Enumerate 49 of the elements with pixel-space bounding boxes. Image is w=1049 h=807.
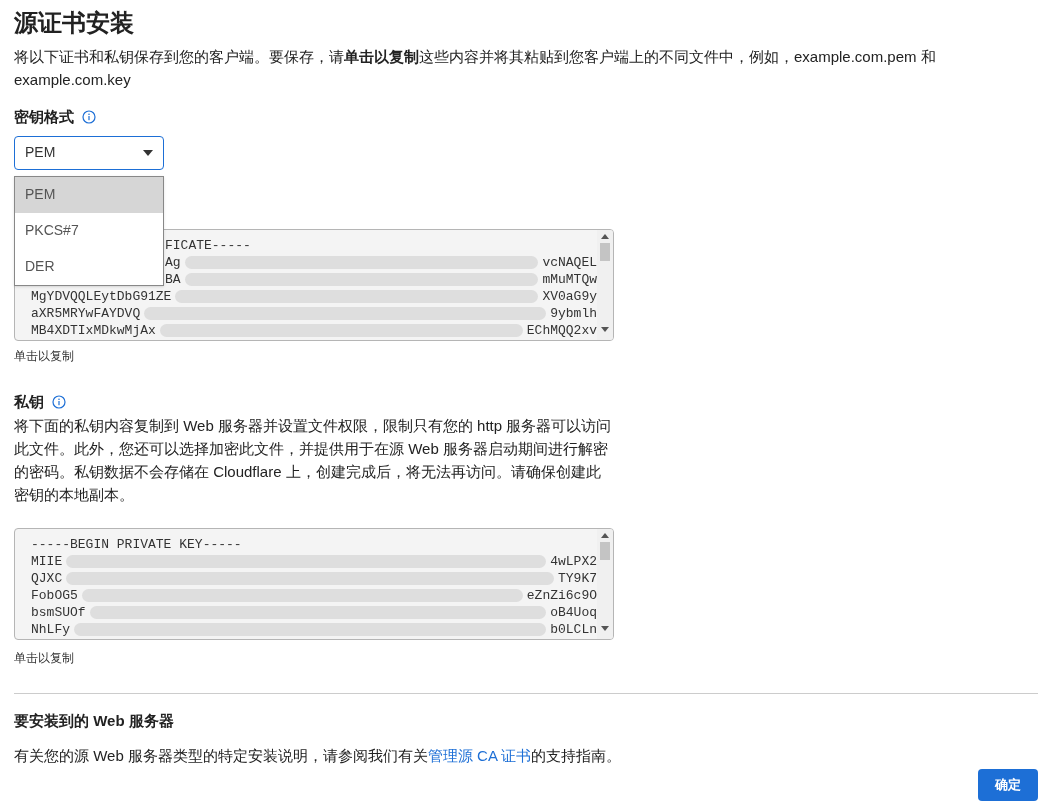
field-label: 私钥 [14,391,44,412]
server-instructions: 有关您的源 Web 服务器类型的特定安装说明，请参阅我们有关管理源 CA 证书的支持指南。 [14,745,623,766]
code-text: TY9K7 [558,570,597,587]
code-text: BA [165,270,181,288]
code-text: MIIE [31,553,63,570]
code-text: eZnZi6c9O [526,587,597,604]
code-text: MgYDVQQLEytDbG91ZE [31,287,172,305]
code-text: vcNAQEL [542,253,597,271]
code-text: bsmSUOf [31,604,86,621]
scrollbar-thumb[interactable] [600,242,610,261]
code-text: XV0aG9y [542,287,597,305]
private-key-description: 将下面的私钥内容复制到 Web 服务器并设置文件权限，限制只有您的 http 服务器可以访问此文件。此外，您还可以选择加密此文件，并提供用于在源 Web 服务器启动期间进行解密的密码。私钥数据不会存储在 Cloudflare 上，创建完成后，将无法再访问。请确保创建此密钥的本地副本。 [14,416,613,505]
code-text: Ag [165,253,181,271]
info-icon[interactable] [82,110,96,125]
code-text: 9ybmlh [550,304,597,322]
dropdown-option[interactable]: PEM [15,176,163,213]
code-textarea[interactable]: -----BEGIN PRIVATE KEY----- MIIE 4wLPX2 QJXC TY9K7 FobOG5 eZnZi6c9O bsmSUOf oB4Uoq NhLFy b0LCLn [14,528,614,640]
scroll-up-icon[interactable] [601,233,609,239]
copy-hint[interactable]: 单击以复制 [14,649,1035,667]
field-label: 密钥格式 [14,107,74,127]
code-text: oB4Uoq [550,604,597,621]
scroll-down-icon[interactable] [601,326,609,332]
code-text: NhLFy [31,621,70,638]
dropdown-option[interactable]: PKCS#7 [15,212,163,249]
caret-icon [143,149,153,156]
section-heading: 要安装到的 Web 服务器 [14,711,175,731]
copy-hint[interactable]: 单击以复制 [14,346,1035,365]
code-text: FICATE----- [165,236,251,254]
code-text: QJXC [31,570,63,587]
code-text: aXR5MRYwFAYDVQ [31,304,141,322]
scrollbar[interactable] [597,529,613,639]
confirm-button[interactable]: 确定 [978,769,1038,801]
code-text: EChMQQ2xv [526,321,597,339]
scrollbar-thumb[interactable] [600,542,610,560]
support-guide-link[interactable]: 管理源 CA 证书 [427,746,532,764]
code-text: FobOG5 [31,587,78,604]
intro-text: 将以下证书和私钥保存到您的客户端。要保存，请单击以复制这些内容并将其粘贴到您客户端上的不同文件中，例如，example.com.pem 和 example.com.key [14,47,937,90]
scroll-down-icon[interactable] [601,626,609,631]
scroll-up-icon[interactable] [601,533,609,538]
code-text: b0LCLn [550,621,597,638]
format-select[interactable]: PEM [14,135,164,170]
code-text: -----BEGIN PRIVATE KEY----- [31,536,242,553]
code-text: MB4XDTIxMDkwMjAx [31,321,156,339]
scrollbar[interactable] [597,229,613,340]
dropdown-option[interactable]: DER [15,248,163,285]
code-text: mMuMTQw [542,270,597,288]
info-icon[interactable] [52,394,66,409]
code-text: 4wLPX2 [550,553,597,570]
page-title: 源证书安装 [14,8,135,38]
